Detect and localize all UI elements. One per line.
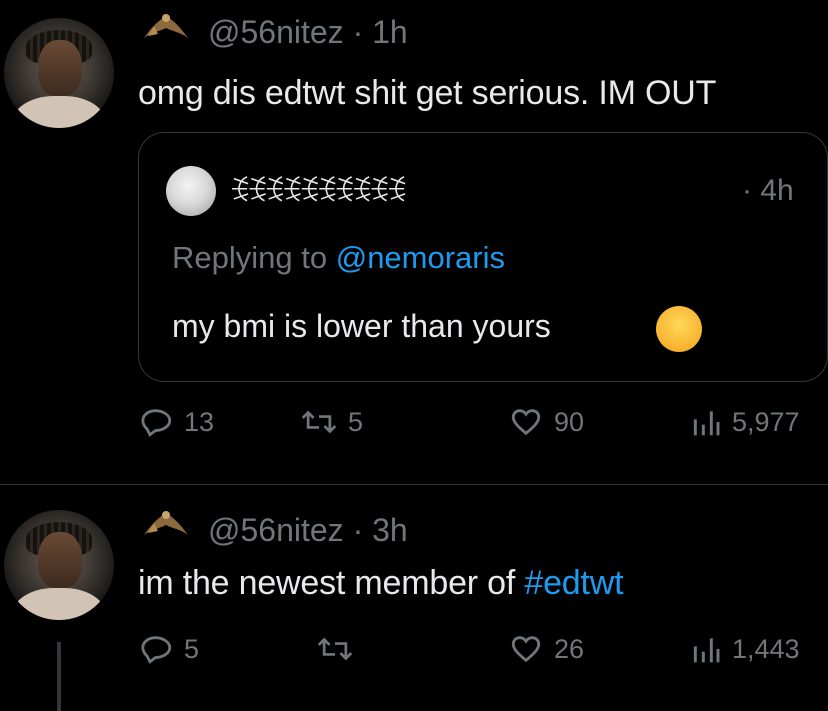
hashtag-link[interactable]: #edtwt	[524, 564, 623, 602]
avatar[interactable]	[4, 18, 114, 128]
like-button[interactable]: 26	[508, 632, 584, 666]
bat-flag-icon	[144, 511, 188, 535]
retweet-button[interactable]: 5	[300, 405, 363, 439]
divider	[0, 484, 828, 485]
retweet-button[interactable]	[316, 632, 364, 666]
reply-button[interactable]: 5	[140, 632, 199, 666]
reply-button[interactable]: 13	[140, 405, 214, 439]
like-button[interactable]: 90	[508, 405, 584, 439]
tweet-text: omg dis edtwt shit get serious. IM OUT	[138, 74, 717, 112]
tweet-handle[interactable]: @56nitez · 3h	[208, 512, 408, 549]
retweet-icon	[317, 637, 353, 661]
thread-line	[57, 642, 61, 711]
avatar[interactable]	[4, 510, 114, 620]
like-icon	[511, 636, 541, 663]
bat-flag-icon	[144, 14, 188, 38]
views-button[interactable]: 5,977	[690, 405, 800, 439]
tweet-handle[interactable]: @56nitez · 1h	[208, 14, 408, 51]
crying-emoji	[656, 306, 702, 352]
replying-mention[interactable]: @nemoraris	[336, 240, 505, 275]
reply-icon	[141, 409, 172, 437]
like-icon	[511, 409, 541, 436]
retweet-icon	[301, 410, 337, 434]
reply-icon	[141, 636, 172, 664]
views-button[interactable]: 1,443	[690, 632, 800, 666]
views-icon	[693, 638, 720, 663]
replying-to: Replying to @nemoraris	[172, 240, 506, 275]
views-icon	[693, 411, 720, 436]
quote-text: my bmi is lower than yours	[172, 308, 551, 344]
quote-display-name: ꉂꉂꉂꉂꉂꉂꉂꉂꉂꉂ	[228, 175, 408, 210]
quote-avatar[interactable]	[166, 166, 216, 216]
quote-time: · 4h	[742, 174, 794, 207]
tweet-text: im the newest member of #edtwt	[138, 564, 624, 602]
